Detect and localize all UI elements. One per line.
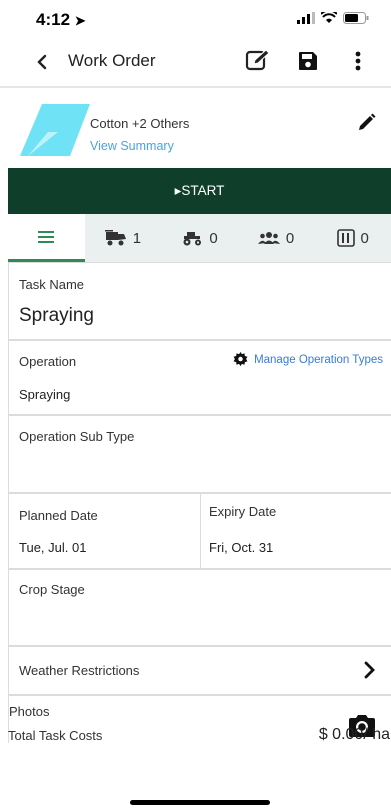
edit-note-icon bbox=[245, 49, 270, 71]
planned-date-field[interactable]: Planned Date Tue, Jul. 01 bbox=[9, 494, 201, 568]
header-divider bbox=[0, 86, 391, 88]
tab-inputs[interactable]: 0 bbox=[314, 214, 391, 262]
nav-actions bbox=[243, 46, 373, 76]
save-icon bbox=[299, 52, 317, 70]
crop-stage-field[interactable]: Crop Stage bbox=[8, 569, 391, 646]
status-icons bbox=[297, 12, 369, 24]
expiry-date-label: Expiry Date bbox=[209, 504, 277, 519]
total-costs-value: $ 0.00/ ha bbox=[318, 726, 390, 743]
tab-assets-count: 1 bbox=[132, 229, 142, 247]
total-costs-label: Total Task Costs bbox=[8, 728, 103, 743]
operation-label: Operation bbox=[19, 354, 77, 369]
photos-label: Photos bbox=[9, 704, 50, 719]
battery-icon bbox=[343, 12, 369, 24]
wifi-icon bbox=[321, 12, 337, 23]
weather-restrictions-label: Weather Restrictions bbox=[19, 663, 140, 678]
view-summary-link[interactable]: View Summary bbox=[90, 139, 174, 153]
chevron-right-icon bbox=[364, 661, 375, 679]
location-icon: ➤ bbox=[74, 13, 86, 28]
tractor-icon bbox=[183, 232, 202, 246]
tab-people-count: 0 bbox=[285, 229, 295, 247]
operation-sub-type-field[interactable]: Operation Sub Type bbox=[8, 415, 391, 493]
tab-assets[interactable]: 1 bbox=[85, 214, 162, 262]
back-button[interactable] bbox=[28, 48, 56, 76]
expiry-date-value: Fri, Oct. 31 bbox=[209, 540, 274, 555]
inputs-icon bbox=[336, 229, 355, 247]
crop-header: Cotton +2 Others View Summary bbox=[8, 98, 391, 162]
manage-operation-types-label: Manage Operation Types bbox=[254, 353, 383, 366]
nav-bar: Work Order bbox=[0, 40, 391, 84]
status-time: 4:12 ➤ bbox=[36, 10, 86, 30]
edit-crop-button[interactable] bbox=[355, 112, 377, 134]
planned-date-value: Tue, Jul. 01 bbox=[19, 540, 87, 555]
list-icon bbox=[38, 230, 55, 243]
start-button[interactable]: ▸START bbox=[8, 168, 391, 214]
sprayer-icon bbox=[104, 230, 126, 246]
crop-stage-label: Crop Stage bbox=[19, 582, 85, 597]
edit-notes-button[interactable] bbox=[243, 46, 273, 76]
task-name-value: Spraying bbox=[19, 305, 94, 326]
task-tabs: 1 0 0 0 bbox=[8, 214, 391, 262]
gear-icon bbox=[233, 352, 248, 367]
total-task-costs: Total Task Costs $ 0.00/ ha bbox=[0, 720, 391, 760]
expiry-date-field[interactable]: Expiry Date Fri, Oct. 31 bbox=[201, 494, 391, 568]
planned-date-label: Planned Date bbox=[19, 508, 98, 523]
people-icon bbox=[257, 232, 280, 244]
operation-value: Spraying bbox=[19, 387, 71, 402]
chevron-left-icon bbox=[37, 54, 47, 70]
page-title: Work Order bbox=[68, 51, 156, 70]
signal-icon bbox=[297, 12, 315, 24]
tab-equipment-count: 0 bbox=[209, 229, 218, 247]
crop-logo-icon bbox=[20, 104, 90, 156]
manage-operation-types-link[interactable]: Manage Operation Types bbox=[233, 352, 383, 367]
more-options-button[interactable] bbox=[343, 46, 373, 76]
tab-inputs-count: 0 bbox=[360, 229, 369, 247]
status-bar: 4:12 ➤ bbox=[0, 0, 391, 40]
task-name-label: Task Name bbox=[19, 277, 85, 292]
dates-row: Planned Date Tue, Jul. 01 Expiry Date Fr… bbox=[8, 493, 391, 569]
crop-title: Cotton +2 Others bbox=[90, 116, 190, 131]
tab-details[interactable] bbox=[8, 214, 85, 262]
status-time-text: 4:12 bbox=[36, 10, 71, 29]
operation-sub-type-label: Operation Sub Type bbox=[19, 429, 135, 444]
save-button[interactable] bbox=[293, 46, 323, 76]
more-vertical-icon bbox=[355, 51, 361, 71]
home-indicator[interactable] bbox=[130, 800, 270, 805]
tab-people[interactable]: 0 bbox=[238, 214, 315, 262]
task-name-field[interactable]: Task Name Spraying bbox=[8, 262, 391, 340]
weather-restrictions-row[interactable]: Weather Restrictions bbox=[8, 646, 391, 695]
pencil-icon bbox=[359, 113, 376, 130]
operation-field[interactable]: Operation Manage Operation Types Sprayin… bbox=[8, 340, 391, 415]
start-label: ▸START bbox=[174, 183, 225, 198]
tab-equipment[interactable]: 0 bbox=[161, 214, 238, 262]
